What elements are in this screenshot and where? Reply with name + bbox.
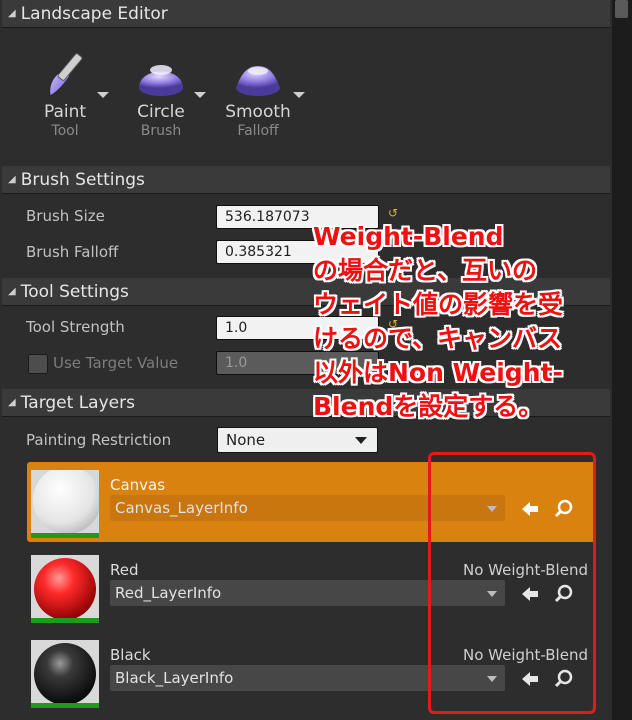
- dropdown-value: None: [226, 431, 266, 449]
- layer-info-value: Black_LayerInfo: [115, 669, 234, 687]
- tool-title: Smooth: [225, 102, 291, 122]
- layer-name: Black: [110, 646, 151, 664]
- smooth-falloff-icon: [236, 66, 280, 96]
- layer-info-value: Red_LayerInfo: [115, 584, 222, 602]
- layer-usage-bar: [31, 703, 99, 708]
- section-title: Brush Settings: [20, 169, 145, 190]
- scrollbar-thumb[interactable]: [615, 0, 628, 18]
- chevron-down-icon[interactable]: [293, 92, 305, 98]
- tool-title: Paint: [43, 102, 87, 122]
- chevron-down-icon[interactable]: [97, 92, 109, 98]
- chevron-down-icon: [355, 437, 367, 444]
- paintbrush-icon: [49, 53, 83, 97]
- layer-thumbnail: [31, 555, 99, 623]
- circle-brush-button[interactable]: Circle Brush: [116, 44, 206, 140]
- layer-usage-bar: [31, 533, 99, 538]
- use-target-value-label: Use Target Value: [53, 354, 179, 372]
- layer-thumbnail: [31, 470, 99, 538]
- annotation-highlight-box: [428, 452, 596, 714]
- use-target-value-checkbox[interactable]: [28, 354, 48, 374]
- panel-header[interactable]: ◢ Landscape Editor: [2, 0, 610, 28]
- layer-name: Canvas: [110, 476, 166, 494]
- circle-brush-icon: [139, 65, 183, 96]
- scrollbar[interactable]: [612, 0, 632, 720]
- layer-usage-bar: [31, 618, 99, 623]
- reset-to-default-icon[interactable]: ↺: [388, 206, 398, 220]
- section-title: Target Layers: [20, 392, 135, 413]
- brush-size-label: Brush Size: [26, 207, 105, 225]
- tool-strength-label: Tool Strength: [26, 318, 125, 336]
- collapse-triangle-icon[interactable]: ◢: [8, 286, 16, 297]
- brush-settings-header[interactable]: ◢ Brush Settings: [2, 166, 610, 194]
- smooth-falloff-button[interactable]: Smooth Falloff: [213, 44, 303, 140]
- tool-title: Circle: [137, 102, 185, 122]
- brush-falloff-label: Brush Falloff: [26, 243, 119, 261]
- annotation-text: Weight-Blend の場合だと、互いの ウェイト値の影響を受 けるので、キ…: [313, 222, 564, 421]
- painting-restriction-label: Painting Restriction: [26, 431, 172, 449]
- tool-subtitle: Tool: [51, 123, 79, 139]
- collapse-triangle-icon[interactable]: ◢: [8, 8, 16, 19]
- painting-restriction-dropdown[interactable]: None: [217, 427, 378, 453]
- chevron-down-icon[interactable]: [194, 92, 206, 98]
- layer-name: Red: [110, 561, 139, 579]
- layer-thumbnail: [31, 640, 99, 708]
- tool-subtitle: Brush: [140, 123, 182, 139]
- panel-title: Landscape Editor: [20, 3, 168, 24]
- collapse-triangle-icon[interactable]: ◢: [8, 397, 16, 408]
- tool-subtitle: Falloff: [237, 123, 279, 139]
- collapse-triangle-icon[interactable]: ◢: [8, 174, 16, 185]
- layer-info-value: Canvas_LayerInfo: [115, 499, 248, 517]
- section-title: Tool Settings: [20, 281, 129, 302]
